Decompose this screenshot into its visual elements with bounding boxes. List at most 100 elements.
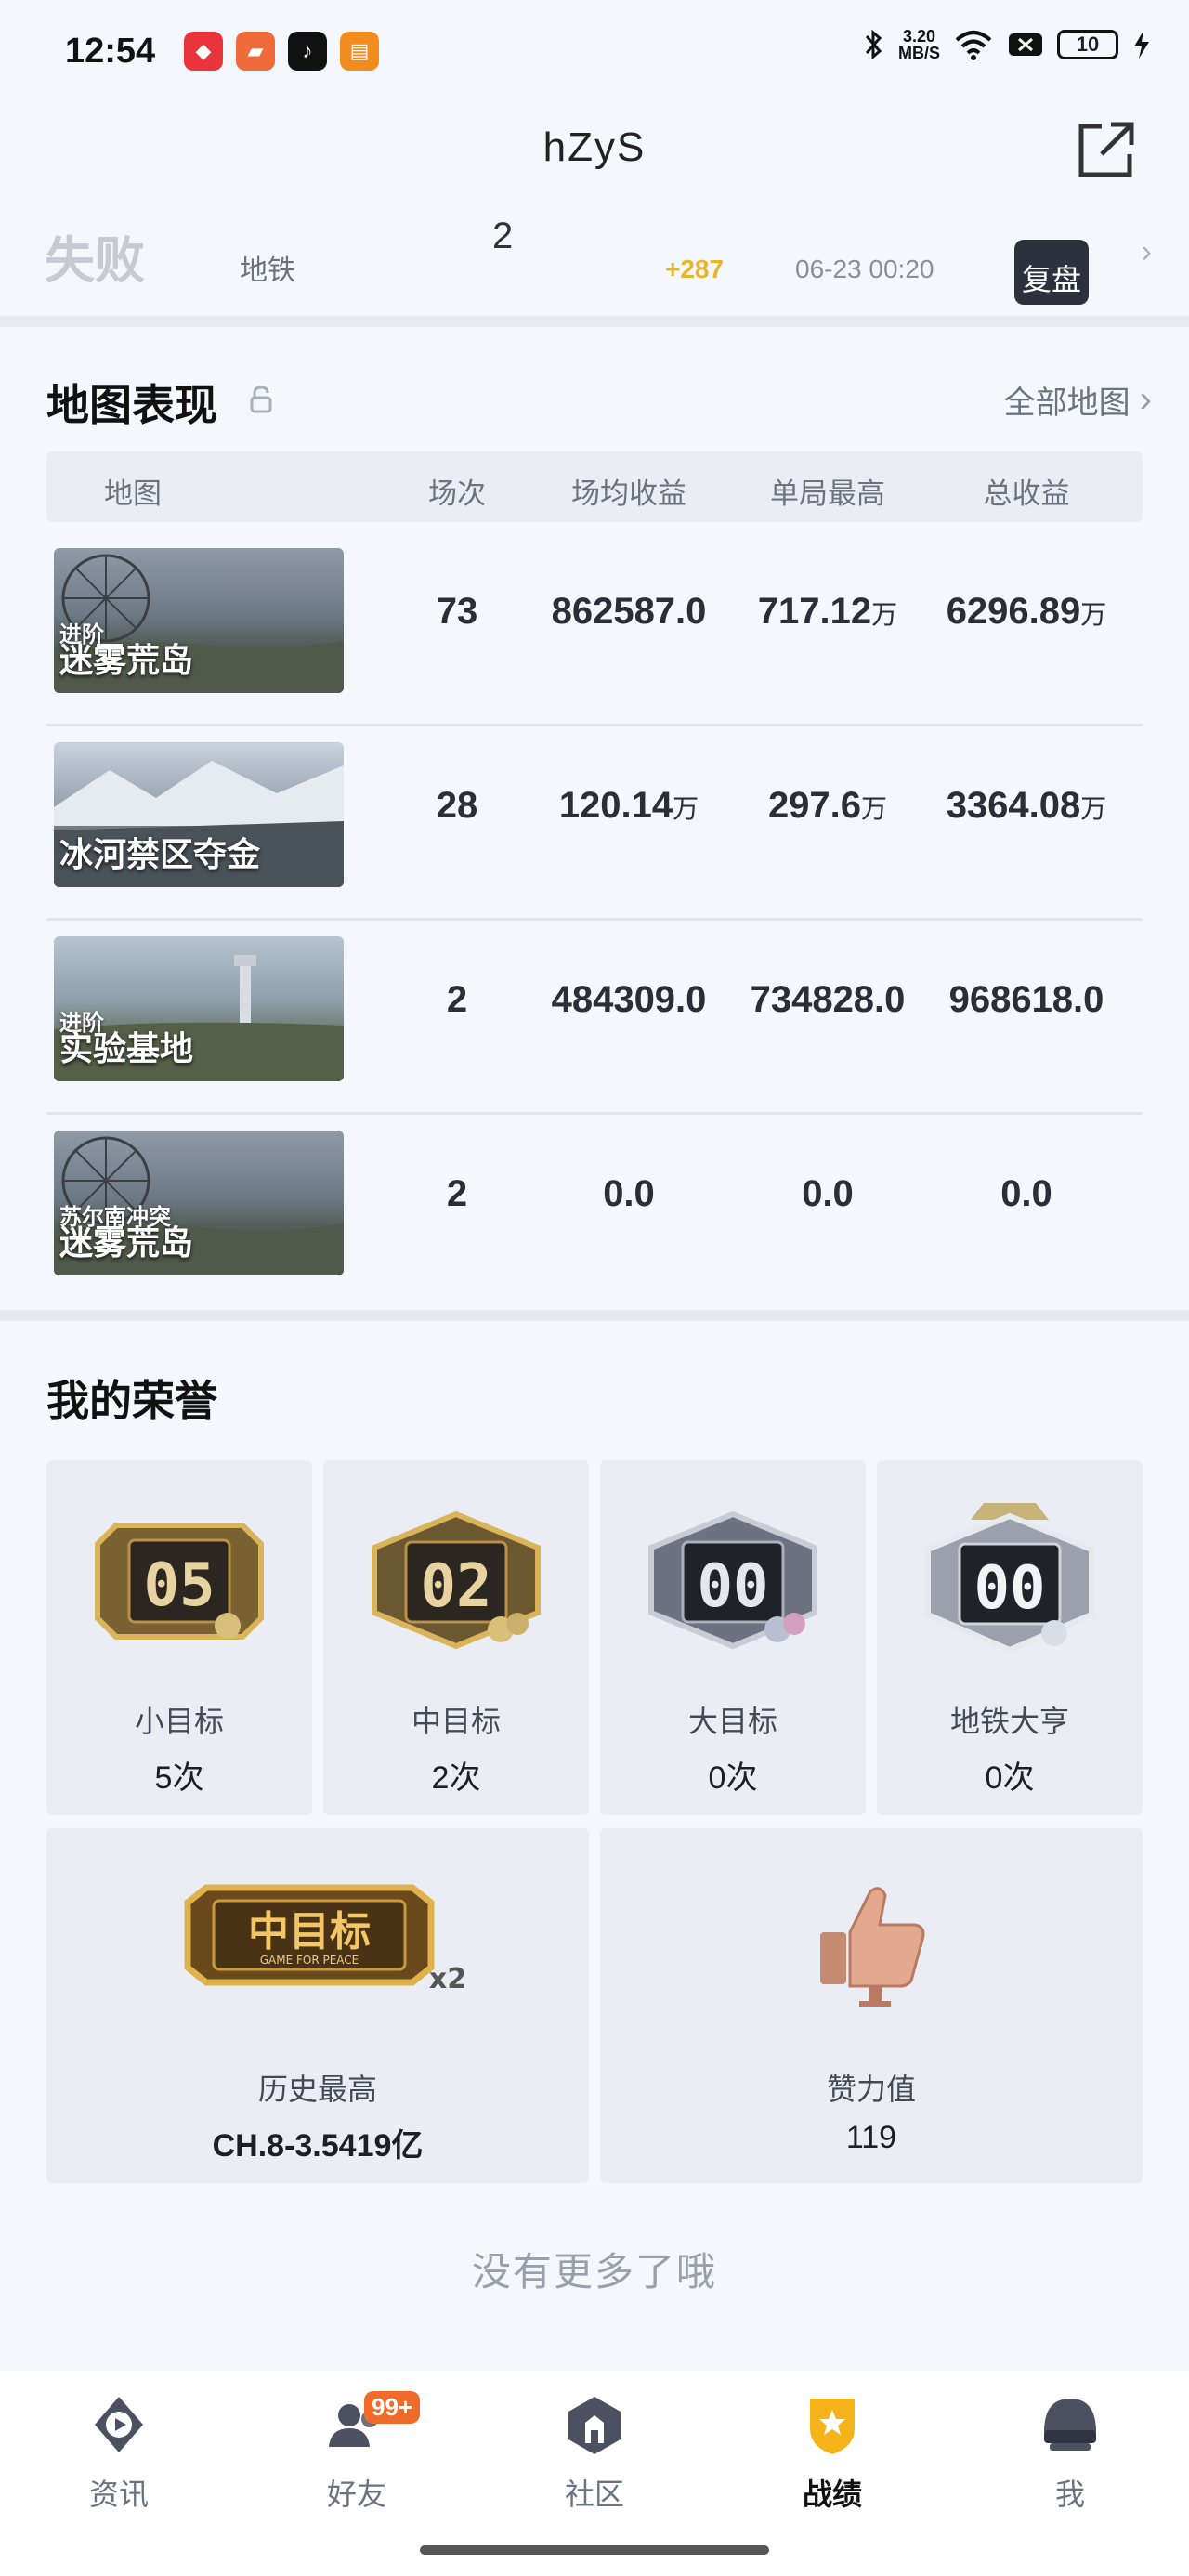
- charging-icon: [1134, 31, 1149, 59]
- nav-item-news[interactable]: 资讯: [45, 2391, 193, 2514]
- match-gain: +287: [665, 255, 725, 283]
- honor-value: 119: [845, 2120, 897, 2155]
- app-notification-icon: ◆: [184, 32, 223, 71]
- honor-label: 赞力值: [826, 2073, 916, 2106]
- nav-item-community[interactable]: 社区: [520, 2391, 669, 2514]
- plaque-title: 中目标: [248, 1908, 371, 1955]
- match-mode: 地铁: [240, 255, 295, 286]
- match-time: 06-23 00:20: [795, 255, 934, 283]
- avg-earnings-value: 862587.0: [551, 591, 707, 632]
- honor-card-medium-goal[interactable]: 02 中目标 2次: [323, 1460, 589, 1815]
- honor-card-history-best[interactable]: 中目标 GAME FOR PEACE x2 历史最高 CH.8-3.5419亿: [46, 1828, 589, 2183]
- avg-earnings-value: 484309.0: [551, 979, 707, 1020]
- total-earnings-value: 0.0: [1000, 1173, 1052, 1214]
- nav-label: 战绩: [802, 2478, 862, 2511]
- total-earnings-value: 968618.0: [948, 979, 1104, 1020]
- notification-icons: ◆ ▰ ♪ ▤: [184, 32, 379, 71]
- thumbs-up-icon: [820, 1887, 925, 2007]
- replay-button[interactable]: 复盘: [1014, 240, 1089, 305]
- gold-medal-icon: 02: [372, 1510, 541, 1650]
- map-thumbnail: 冰河禁区夺金: [54, 742, 344, 887]
- status-time: 12:54: [65, 32, 156, 71]
- total-earnings-unit: 万: [1080, 794, 1107, 823]
- table-row[interactable]: 进阶 迷雾荒岛 73 862587.0 717.12万 6296.89万: [46, 533, 1143, 726]
- total-earnings: 3364.08万: [929, 785, 1124, 827]
- avg-earnings-unit: 万: [673, 794, 699, 823]
- honors-section: 我的荣誉 05 小目标 5次 02 中目标 2次 00 大目标 0次 00 地铁…: [0, 1321, 1189, 2371]
- trophy-shield-icon: [810, 2399, 855, 2454]
- best-earnings-value: 717.12: [757, 591, 872, 632]
- friends-badge: 99+: [364, 2391, 421, 2424]
- total-earnings: 0.0: [929, 1173, 1124, 1215]
- best-earnings-unit: 万: [861, 794, 888, 823]
- best-earnings: 297.6万: [730, 785, 925, 827]
- home-indicator: [420, 2545, 769, 2555]
- silver-medal-icon: 00: [648, 1510, 817, 1650]
- nav-item-me[interactable]: 我: [996, 2391, 1144, 2514]
- top-header: hZyS: [0, 102, 1189, 206]
- section-title: 地图表现: [46, 381, 217, 429]
- helmet-icon: [1044, 2399, 1096, 2451]
- column-header: 场均收益: [571, 477, 686, 510]
- status-bar: 12:54 ◆ ▰ ♪ ▤ 3.20 MB/S 10: [0, 0, 1189, 102]
- plaque-subtitle: GAME FOR PEACE: [260, 1954, 359, 1967]
- honor-label: 地铁大亨: [949, 1705, 1069, 1738]
- nav-item-records[interactable]: 战绩: [758, 2391, 907, 2514]
- best-earnings-value: 734828.0: [750, 979, 906, 1020]
- matches-count: 2: [446, 1173, 468, 1214]
- honor-value: 5次: [154, 1760, 204, 1796]
- total-earnings-value: 6296.89: [946, 591, 1081, 632]
- plaque-multiplier: x2: [429, 1963, 466, 1995]
- nav-label: 社区: [564, 2478, 624, 2511]
- chevron-right-icon: ›: [1141, 234, 1152, 269]
- shop-notification-icon: ▤: [340, 32, 379, 71]
- match-result: 失败: [45, 233, 145, 289]
- honor-card-metro-tycoon[interactable]: 00 地铁大亨 0次: [877, 1460, 1143, 1815]
- honor-card-big-goal[interactable]: 00 大目标 0次: [600, 1460, 866, 1815]
- map-thumbnail: 进阶 迷雾荒岛: [54, 548, 344, 693]
- chevron-right-icon: ›: [1139, 379, 1152, 420]
- honor-value: 0次: [708, 1760, 758, 1796]
- honor-value: 2次: [431, 1760, 481, 1796]
- avg-earnings: 120.14万: [531, 785, 726, 827]
- network-speed-unit: MB/S: [898, 44, 940, 62]
- matches-count: 2: [446, 979, 468, 1020]
- honor-card-likes[interactable]: 赞力值 119: [600, 1828, 1143, 2183]
- avg-earnings: 0.0: [531, 1173, 726, 1215]
- share-icon[interactable]: [1074, 117, 1139, 182]
- match-history-item[interactable]: 失败 地铁 2 +287 06-23 00:20 复盘 ›: [0, 206, 1189, 316]
- total-earnings: 968618.0: [929, 979, 1124, 1021]
- avg-earnings-value: 120.14: [558, 785, 673, 826]
- best-earnings-value: 0.0: [802, 1173, 854, 1214]
- all-maps-link[interactable]: 全部地图 ›: [1004, 377, 1152, 423]
- table-row[interactable]: 冰河禁区夺金 28 120.14万 297.6万 3364.08万: [46, 727, 1143, 921]
- table-row[interactable]: 进阶 实验基地 2 484309.0 734828.0 968618.0: [46, 922, 1143, 1115]
- column-header: 总收益: [983, 477, 1070, 510]
- honor-value: 0次: [985, 1760, 1035, 1796]
- nav-item-friends[interactable]: 99+ 好友: [282, 2391, 431, 2514]
- total-earnings-value: 3364.08: [946, 785, 1081, 826]
- badge-number: 00: [697, 1552, 768, 1621]
- news-icon: [95, 2397, 143, 2452]
- nav-label: 我: [1054, 2478, 1085, 2511]
- table-row[interactable]: 苏尔南冲突 迷雾荒岛 2 0.0 0.0 0.0: [46, 1116, 1143, 1309]
- gold-medal-icon: 05: [95, 1523, 264, 1640]
- nav-label: 好友: [326, 2478, 386, 2511]
- wifi-icon: [955, 31, 992, 60]
- badge-number: 00: [973, 1554, 1045, 1623]
- column-header: 单局最高: [770, 477, 885, 510]
- network-speed: 3.20 MB/S: [898, 28, 940, 61]
- section-divider: [0, 1310, 1189, 1321]
- honor-card-small-goal[interactable]: 05 小目标 5次: [46, 1460, 312, 1815]
- avg-earnings: 484309.0: [531, 979, 726, 1021]
- battery-indicator: 10: [1057, 30, 1118, 59]
- avg-earnings-value: 0.0: [603, 1173, 655, 1214]
- game-notification-icon: ▰: [236, 32, 275, 71]
- tiktok-icon: ♪: [288, 32, 327, 71]
- lock-icon: [250, 386, 272, 413]
- diamond-medal-icon: 00: [925, 1503, 1094, 1654]
- total-earnings-unit: 万: [1080, 600, 1107, 629]
- map-name: 迷雾荒岛: [59, 641, 194, 679]
- end-of-list-text: 没有更多了哦: [471, 2250, 717, 2294]
- honor-label: 历史最高: [257, 2073, 377, 2106]
